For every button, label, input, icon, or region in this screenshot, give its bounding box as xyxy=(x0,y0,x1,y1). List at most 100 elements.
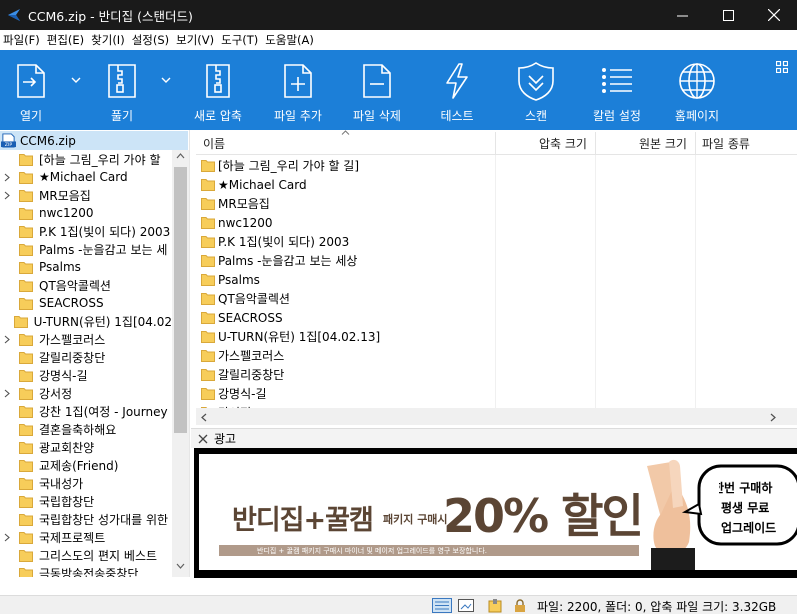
tree-item[interactable]: nwc1200 xyxy=(0,204,172,222)
sort-ascending-icon xyxy=(341,130,350,135)
open-icon xyxy=(9,61,53,101)
expand-chevron-icon[interactable] xyxy=(0,168,14,186)
scan-label: 스캔 xyxy=(524,109,548,123)
column-settings-button[interactable]: 칼럼 설정 xyxy=(589,50,645,130)
tree-item[interactable]: 광교회찬양 xyxy=(0,438,172,456)
tree-item-label: 국립합창단 xyxy=(39,494,95,509)
tree-scroll-thumb[interactable] xyxy=(174,167,187,433)
scroll-left-icon[interactable] xyxy=(201,413,207,422)
list-row[interactable]: P.K 1집(빛이 되다) 2003 xyxy=(196,232,786,251)
list-row[interactable]: 강명식-길 xyxy=(196,384,786,403)
scroll-down-icon[interactable] xyxy=(176,563,185,569)
tree-item[interactable]: 국내성가 xyxy=(0,474,172,492)
details-view-icon[interactable] xyxy=(432,598,452,613)
close-button[interactable] xyxy=(751,0,797,30)
tree-item[interactable]: SEACROSS xyxy=(0,294,172,312)
folder-tree[interactable]: ZIP CCM6.zip [하늘 그림_우리 가야 할 ★Michael Card… xyxy=(0,130,190,577)
list-row[interactable]: [하늘 그림_우리 가야 할 길] xyxy=(196,156,786,175)
tree-scrollbar[interactable] xyxy=(172,150,189,577)
scroll-up-icon[interactable] xyxy=(176,153,185,159)
minimize-button[interactable] xyxy=(659,0,705,30)
column-original-size[interactable]: 원본 크기 xyxy=(639,135,687,152)
menu-edit[interactable]: 편집(E) xyxy=(46,32,90,48)
folder-icon xyxy=(19,207,33,220)
homepage-button[interactable]: 홈페이지 xyxy=(666,50,728,130)
list-row[interactable]: SEACROSS xyxy=(196,308,786,327)
tree-item[interactable]: P.K 1집(빛이 되다) 2003 xyxy=(0,222,172,240)
svg-text:ZIP: ZIP xyxy=(5,142,13,148)
tree-item[interactable]: MR모음집 xyxy=(0,186,172,204)
ad-banner[interactable]: 반디집+꿀캠 패키지 구매시 20% 할인 반디집 + 꿀캠 패키지 구매시 마… xyxy=(194,448,797,578)
folder-icon xyxy=(19,297,33,310)
list-row[interactable]: Psalms xyxy=(196,270,786,289)
expand-chevron-icon[interactable] xyxy=(0,186,14,204)
column-compressed-size[interactable]: 압축 크기 xyxy=(539,135,587,152)
tree-item[interactable]: 교제송(Friend) xyxy=(0,456,172,474)
expand-chevron-icon[interactable] xyxy=(0,528,14,546)
tree-item[interactable]: 갈릴리중창단 xyxy=(0,348,172,366)
open-dropdown-icon[interactable] xyxy=(70,75,82,85)
tree-item[interactable]: 그리스도의 편지 베스트 xyxy=(0,546,172,564)
menu-help[interactable]: 도움말(A) xyxy=(264,32,320,48)
folder-icon xyxy=(19,549,33,562)
ad-close-icon[interactable] xyxy=(198,434,208,444)
tree-item[interactable]: 강명식-길 xyxy=(0,366,172,384)
list-row[interactable]: 가스펠코러스 xyxy=(196,346,786,365)
tree-item[interactable]: 국제프로젝트 xyxy=(0,528,172,546)
open-button[interactable]: 열기 xyxy=(9,50,53,130)
toolbar: 열기 풀기 새로 압축 파일 추가 파일 삭제 테스트 스캔 칼럼 설정 홈페이… xyxy=(0,50,797,130)
list-row-name: nwc1200 xyxy=(218,215,273,230)
menu-view[interactable]: 보기(V) xyxy=(175,32,220,48)
tree-item[interactable]: 결혼을축하해요 xyxy=(0,420,172,438)
expand-chevron-icon[interactable] xyxy=(0,330,14,348)
list-row[interactable]: 갈릴리중창단 xyxy=(196,365,786,384)
folder-icon xyxy=(19,351,33,364)
menu-settings[interactable]: 설정(S) xyxy=(131,32,175,48)
list-row[interactable]: MR모음집 xyxy=(196,194,786,213)
list-row[interactable]: Palms -눈을감고 보는 세상 xyxy=(196,251,786,270)
add-file-button[interactable]: 파일 추가 xyxy=(270,50,326,130)
tree-item[interactable]: 강찬 1집(여정 - Journey xyxy=(0,402,172,420)
list-row[interactable]: U-TURN(유턴) 1집[04.02.13] xyxy=(196,327,786,346)
tree-item[interactable]: 국립합창단 성가대를 위한 xyxy=(0,510,172,528)
menu-file[interactable]: 파일(F) xyxy=(2,32,46,48)
tree-item[interactable]: [하늘 그림_우리 가야 할 xyxy=(0,150,172,168)
tree-root[interactable]: ZIP CCM6.zip xyxy=(0,131,188,150)
tree-item[interactable]: Palms -눈을감고 보는 세 xyxy=(0,240,172,258)
delete-file-icon xyxy=(355,61,399,101)
extract-dropdown-icon[interactable] xyxy=(160,75,172,85)
column-file-type[interactable]: 파일 종류 xyxy=(702,135,750,152)
scan-button[interactable]: 스캔 xyxy=(514,50,558,130)
tree-item[interactable]: 국립합창단 xyxy=(0,492,172,510)
menu-tools[interactable]: 도구(T) xyxy=(220,32,264,48)
list-header: 이름 압축 크기 원본 크기 파일 종류 xyxy=(196,130,797,155)
folder-icon xyxy=(19,495,33,508)
layout-toggle-icon[interactable] xyxy=(776,61,788,73)
list-row[interactable]: nwc1200 xyxy=(196,213,786,232)
column-name[interactable]: 이름 xyxy=(203,135,225,152)
tree-item[interactable]: 가스펠코러스 xyxy=(0,330,172,348)
list-row[interactable]: ★Michael Card xyxy=(196,175,786,194)
file-list[interactable]: 이름 압축 크기 원본 크기 파일 종류 [하늘 그림_우리 가야 할 길] ★M… xyxy=(196,130,797,428)
tree-item[interactable]: 강서정 xyxy=(0,384,172,402)
maximize-icon xyxy=(722,9,734,21)
list-row[interactable]: QT음악콜렉션 xyxy=(196,289,786,308)
test-button[interactable]: 테스트 xyxy=(435,50,479,130)
tree-item[interactable]: U-TURN(유턴) 1집[04.02 xyxy=(0,312,172,330)
tree-item-label: 국제프로젝트 xyxy=(39,530,106,545)
preview-view-icon[interactable] xyxy=(458,598,474,613)
extract-button[interactable]: 풀기 xyxy=(100,50,144,130)
tree-item[interactable]: Psalms xyxy=(0,258,172,276)
maximize-button[interactable] xyxy=(705,0,751,30)
tree-item[interactable]: ★Michael Card xyxy=(0,168,172,186)
new-archive-button[interactable]: 새로 압축 xyxy=(190,50,246,130)
expand-chevron-icon[interactable] xyxy=(0,384,14,402)
menu-find[interactable]: 찾기(I) xyxy=(90,32,131,48)
scroll-right-icon[interactable] xyxy=(770,413,776,422)
list-horizontal-scrollbar[interactable] xyxy=(196,408,797,425)
tree-item[interactable]: QT음악콜렉션 xyxy=(0,276,172,294)
tree-item[interactable]: 극동방송전송중창단 xyxy=(0,564,172,577)
delete-file-button[interactable]: 파일 삭제 xyxy=(349,50,405,130)
ad-side-line: 업그레이드 xyxy=(721,521,777,535)
